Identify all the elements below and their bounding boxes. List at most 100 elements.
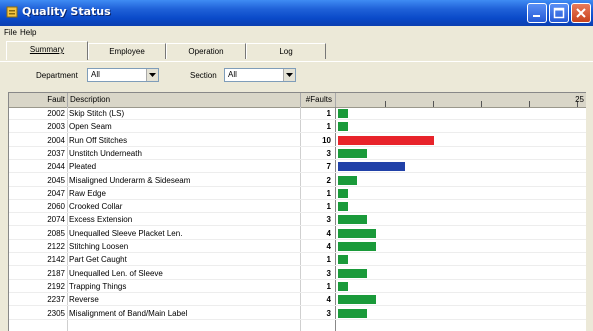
fault-description: Skip Stitch (LS) xyxy=(69,109,125,118)
fault-code: 2045 xyxy=(47,175,65,185)
chevron-down-icon[interactable] xyxy=(146,69,158,81)
header-description[interactable]: Description xyxy=(70,95,110,104)
fault-description: Open Seam xyxy=(69,122,112,132)
minimize-button[interactable] xyxy=(527,3,547,23)
fault-count: 7 xyxy=(326,162,331,172)
table-row[interactable]: 2237 Reverse 4 xyxy=(9,294,586,307)
section-select[interactable]: All xyxy=(224,68,296,82)
window-title: Quality Status xyxy=(22,5,111,18)
fault-code: 2002 xyxy=(47,109,65,118)
header-nfaults[interactable]: #Faults xyxy=(302,95,332,104)
fault-count: 3 xyxy=(326,268,331,278)
maximize-icon xyxy=(553,7,565,19)
fault-count: 3 xyxy=(326,148,331,158)
table-row[interactable]: 2142 Part Get Caught 1 xyxy=(9,254,586,267)
fault-bar xyxy=(338,308,367,318)
fault-code: 2122 xyxy=(47,242,65,251)
tab-bar: Summary Employee Operation Log xyxy=(0,41,593,61)
fault-description: Reverse xyxy=(69,295,99,305)
fault-bar xyxy=(338,175,358,185)
scale-tick xyxy=(385,101,386,107)
fault-count: 2 xyxy=(326,175,331,185)
faults-table: Fault Description #Faults 25 2002 Skip St… xyxy=(8,92,586,331)
fault-bar xyxy=(338,148,367,158)
title-bar[interactable]: Quality Status xyxy=(0,0,593,26)
fault-code: 2044 xyxy=(47,162,65,172)
fault-code: 2142 xyxy=(47,255,65,265)
fault-bar xyxy=(338,109,348,118)
quality-status-window: Quality Status File Help Summary Employe… xyxy=(0,0,593,331)
fault-bar xyxy=(338,188,348,198)
section-value: All xyxy=(228,70,237,79)
table-row[interactable]: 2002 Skip Stitch (LS) 1 xyxy=(9,108,586,120)
fault-bar xyxy=(338,281,348,291)
table-header: Fault Description #Faults 25 xyxy=(9,93,586,108)
department-value: All xyxy=(91,70,100,79)
table-row[interactable]: 2044 Pleated 7 xyxy=(9,161,586,174)
fault-description: Run Off Stitches xyxy=(69,135,128,145)
fault-bar xyxy=(338,215,367,225)
fault-description: Raw Edge xyxy=(69,188,106,198)
fault-description: Unequalled Len. of Sleeve xyxy=(69,268,163,278)
tab-employee-label: Employee xyxy=(109,47,145,56)
fault-description: Part Get Caught xyxy=(69,255,127,265)
column-divider xyxy=(335,93,336,107)
tab-log[interactable]: Log xyxy=(246,43,326,59)
table-row[interactable]: 2187 Unequalled Len. of Sleeve 3 xyxy=(9,268,586,280)
fault-bar xyxy=(338,295,377,305)
fault-code: 2237 xyxy=(47,295,65,305)
fault-count: 1 xyxy=(326,202,331,212)
fault-description: Excess Extension xyxy=(69,215,133,225)
fault-description: Trapping Things xyxy=(69,281,127,291)
chevron-down-icon[interactable] xyxy=(283,69,295,81)
fault-count: 1 xyxy=(326,188,331,198)
fault-count: 4 xyxy=(326,228,331,238)
fault-description: Pleated xyxy=(69,162,97,172)
close-button[interactable] xyxy=(571,3,591,23)
table-row[interactable]: 2003 Open Seam 1 xyxy=(9,121,586,134)
table-row[interactable]: 2192 Trapping Things 1 xyxy=(9,281,586,293)
fault-description: Unequalled Sleeve Placket Len. xyxy=(69,228,183,238)
fault-count: 1 xyxy=(326,281,331,291)
fault-code: 2192 xyxy=(47,281,65,291)
header-fault[interactable]: Fault xyxy=(11,95,65,104)
menu-help[interactable]: Help xyxy=(20,28,36,37)
menu-file[interactable]: File xyxy=(4,28,17,37)
table-row[interactable]: 2037 Unstitch Underneath 3 xyxy=(9,148,586,160)
minimize-icon xyxy=(533,15,540,17)
fault-bar xyxy=(338,268,367,278)
table-row[interactable]: 2085 Unequalled Sleeve Placket Len. 4 xyxy=(9,228,586,240)
table-row[interactable]: 2074 Excess Extension 3 xyxy=(9,214,586,227)
tab-operation[interactable]: Operation xyxy=(166,43,246,59)
fault-description: Crooked Collar xyxy=(69,202,123,212)
fault-code: 2074 xyxy=(47,215,65,225)
fault-count: 4 xyxy=(326,295,331,305)
maximize-button[interactable] xyxy=(549,3,569,23)
table-row[interactable]: 2047 Raw Edge 1 xyxy=(9,188,586,200)
fault-bar xyxy=(338,242,377,251)
table-row[interactable]: 2060 Crooked Collar 1 xyxy=(9,201,586,214)
fault-count: 10 xyxy=(322,135,331,145)
fault-count: 1 xyxy=(326,122,331,132)
fault-bar xyxy=(338,228,377,238)
app-icon xyxy=(6,6,18,18)
fault-description: Unstitch Underneath xyxy=(69,148,142,158)
table-row[interactable]: 2122 Stitching Loosen 4 xyxy=(9,241,586,253)
fault-code: 2004 xyxy=(47,135,65,145)
department-label: Department xyxy=(36,71,78,80)
department-select[interactable]: All xyxy=(87,68,159,82)
fault-count: 4 xyxy=(326,242,331,251)
table-row[interactable]: 2045 Misaligned Underarm & Sideseam 2 xyxy=(9,175,586,187)
table-row[interactable]: 2305 Misalignment of Band/Main Label 3 xyxy=(9,308,586,320)
column-divider xyxy=(300,93,301,107)
table-row[interactable]: 2004 Run Off Stitches 10 xyxy=(9,135,586,147)
fault-description: Stitching Loosen xyxy=(69,242,129,251)
tab-summary[interactable]: Summary xyxy=(6,41,88,60)
tab-employee[interactable]: Employee xyxy=(88,43,166,59)
menu-bar: File Help xyxy=(0,26,593,41)
column-divider xyxy=(67,93,68,107)
fault-count: 3 xyxy=(326,308,331,318)
fault-code: 2060 xyxy=(47,202,65,212)
fault-code: 2037 xyxy=(47,148,65,158)
scale-tick xyxy=(529,101,530,107)
